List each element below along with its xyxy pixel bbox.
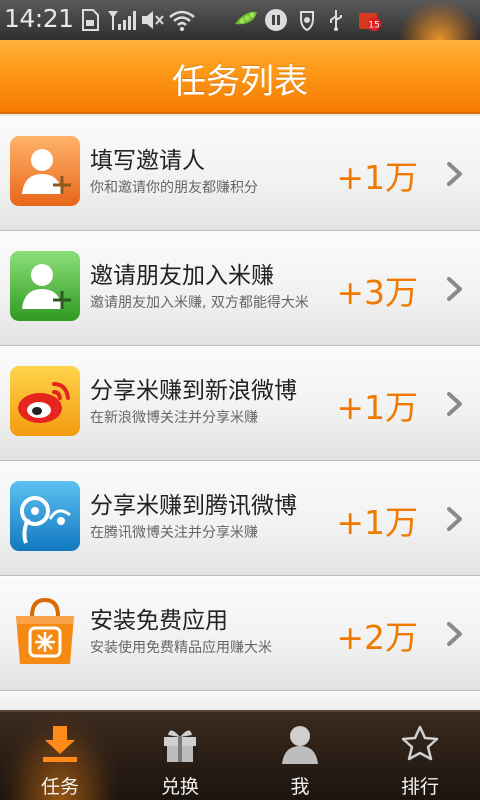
task-list: 填写邀请人 你和邀请你的朋友都赚积分 +1万 邀请朋友加入米赚 邀请朋友加入米赚…: [0, 116, 480, 711]
sd-card-icon: [82, 9, 99, 31]
task-title: 分享米赚到腾讯微博: [90, 493, 297, 519]
chevron-right-icon: [447, 277, 462, 301]
invite-friend-icon: [10, 251, 80, 321]
pause-icon: [265, 9, 287, 31]
person-icon: [282, 726, 318, 764]
wifi-icon: [169, 10, 195, 31]
download-icon: [43, 726, 77, 762]
task-title: 分享米赚到新浪微博: [90, 378, 297, 404]
chevron-right-icon: [447, 622, 462, 646]
status-bar: 14:21 15: [0, 0, 480, 40]
tab-me[interactable]: 我: [240, 712, 360, 800]
task-subtitle: 邀请朋友加入米赚, 双方都能得大米: [90, 295, 309, 311]
task-reward: +1万: [336, 503, 418, 542]
chevron-right-icon: [447, 507, 462, 531]
task-title: 邀请朋友加入米赚: [90, 263, 274, 289]
tencent-weibo-icon: [10, 481, 80, 551]
tab-tasks[interactable]: 任务: [0, 712, 120, 800]
status-time: 14:21: [4, 4, 74, 33]
signal-icon: [108, 11, 136, 30]
task-title: 安装免费应用: [90, 608, 228, 634]
task-row-partial[interactable]: [0, 691, 480, 711]
task-subtitle: 在腾讯微博关注并分享米赚: [90, 525, 258, 541]
sina-weibo-icon: [10, 366, 80, 436]
task-reward: +3万: [336, 273, 418, 312]
task-row-install-apps[interactable]: 安装免费应用 安装使用免费精品应用赚大米 +2万: [0, 576, 480, 691]
mute-icon: [142, 11, 164, 29]
task-reward: +1万: [336, 388, 418, 427]
shopping-bag-icon: [16, 597, 74, 664]
invite-contact-icon: [10, 136, 80, 206]
task-reward: +1万: [336, 158, 418, 197]
bottom-tab-bar: 任务 兑换 我 排行: [0, 710, 480, 800]
title-bar: 任务列表: [0, 40, 480, 114]
status-glow: [398, 0, 480, 40]
task-row-share-tencent[interactable]: 分享米赚到腾讯微博 在腾讯微博关注并分享米赚 +1万: [0, 461, 480, 576]
star-icon: [401, 725, 439, 761]
chevron-right-icon: [447, 392, 462, 416]
store-badge-count: 15: [368, 21, 379, 31]
task-reward: +2万: [336, 618, 418, 657]
chevron-right-icon: [447, 162, 462, 186]
tab-ranking[interactable]: 排行: [360, 712, 480, 800]
usb-icon: [330, 10, 342, 31]
tab-label: 我: [290, 776, 310, 798]
peapod-icon: [235, 11, 257, 25]
task-row-invite-friends[interactable]: 邀请朋友加入米赚 邀请朋友加入米赚, 双方都能得大米 +3万: [0, 231, 480, 346]
task-subtitle: 你和邀请你的朋友都赚积分: [90, 180, 258, 196]
page-title: 任务列表: [172, 62, 308, 102]
store-icon: 15: [359, 13, 381, 31]
task-subtitle: 在新浪微博关注并分享米赚: [90, 410, 258, 426]
task-title: 填写邀请人: [90, 148, 205, 174]
tab-label: 排行: [400, 776, 439, 798]
tab-exchange[interactable]: 兑换: [120, 712, 240, 800]
tab-label: 任务: [40, 776, 79, 798]
task-subtitle: 安装使用免费精品应用赚大米: [90, 640, 272, 656]
task-row-share-sina[interactable]: 分享米赚到新浪微博 在新浪微博关注并分享米赚 +1万: [0, 346, 480, 461]
gift-icon: [164, 730, 196, 762]
tab-label: 兑换: [160, 776, 199, 798]
task-row-fill-inviter[interactable]: 填写邀请人 你和邀请你的朋友都赚积分 +1万: [0, 116, 480, 231]
usb-debug-icon: [300, 11, 314, 32]
